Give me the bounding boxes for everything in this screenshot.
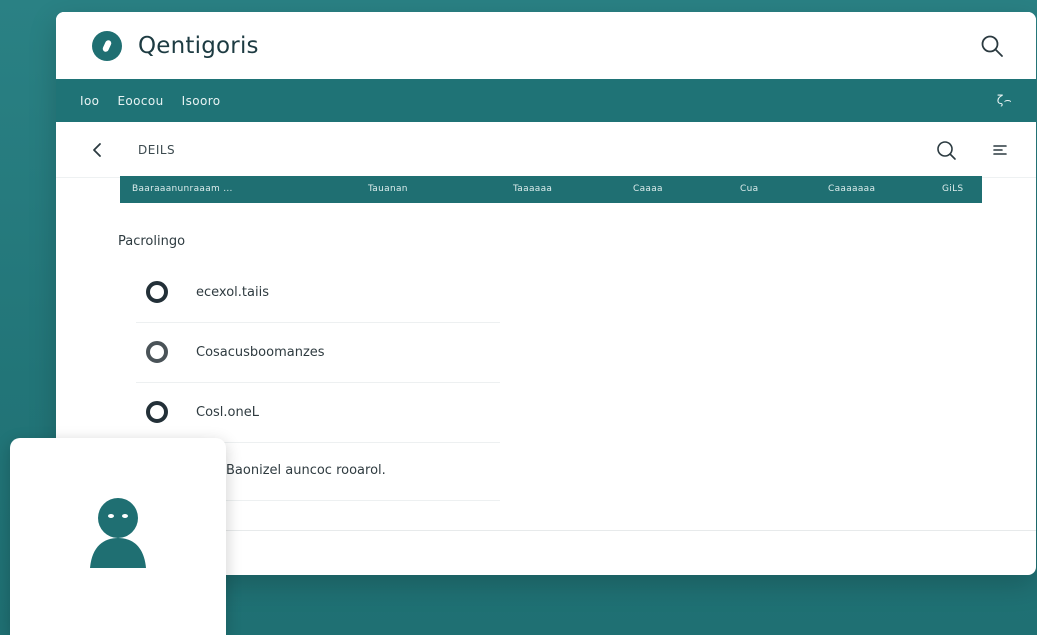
back-button[interactable] [82, 134, 114, 166]
search-button[interactable] [976, 30, 1008, 62]
nav-right-indicator[interactable]: ζ⌢ [997, 93, 1012, 108]
chevron-left-icon [93, 142, 101, 157]
toolbar-title: DEILS [138, 142, 176, 157]
toolbar-menu-button[interactable] [984, 134, 1016, 166]
radio-option-1[interactable]: ecexol.taiis [136, 262, 500, 323]
section-title: Pacrolingo [118, 234, 186, 249]
toolbar-actions [930, 134, 1016, 166]
app-title: Qentigoris [138, 32, 259, 59]
radio-option-label: Baonizel auncoc rooarol. [226, 462, 386, 478]
column-header-1[interactable]: Baaraaanunraaam ... [132, 184, 233, 194]
radio-button[interactable] [146, 341, 168, 363]
desktop-background: Qentigoris Ioo Eoocou Isooro ζ⌢ DEILS Ba… [0, 0, 1037, 635]
nav-item-1[interactable]: Ioo [80, 94, 99, 108]
app-header: Qentigoris [56, 12, 1036, 79]
nav-item-2[interactable]: Eoocou [117, 94, 163, 108]
user-avatar-icon [90, 498, 146, 568]
radio-option-2[interactable]: Cosacusboomanzes [136, 322, 500, 383]
column-header-5[interactable]: Cua [740, 184, 758, 194]
logo-mark [101, 38, 113, 53]
app-logo [92, 30, 122, 61]
radio-button-selected[interactable] [146, 401, 168, 423]
nav-item-3[interactable]: Isooro [182, 94, 221, 108]
radio-option-label: ecexol.taiis [196, 284, 269, 300]
radio-option-label: Cosacusboomanzes [196, 344, 325, 360]
radio-button-selected[interactable] [146, 281, 168, 303]
column-header-6[interactable]: Caaaaaaa [828, 184, 875, 194]
table-header: Baaraaanunraaam ... Tauanan Taaaaaa Caaa… [120, 176, 982, 203]
search-icon [981, 35, 1003, 57]
column-header-4[interactable]: Caaaa [633, 184, 663, 194]
radio-option-3[interactable]: Cosl.oneL [136, 382, 500, 443]
toolbar-search-button[interactable] [930, 134, 962, 166]
nav-bar: Ioo Eoocou Isooro ζ⌢ [56, 79, 1036, 122]
column-header-2[interactable]: Tauanan [368, 184, 408, 194]
column-header-3[interactable]: Taaaaaa [513, 184, 552, 194]
column-header-7[interactable]: GiLS [942, 184, 963, 194]
toolbar: DEILS [56, 122, 1036, 178]
search-icon [937, 140, 956, 160]
radio-option-label: Cosl.oneL [196, 404, 259, 420]
profile-card[interactable] [10, 438, 226, 635]
menu-icon [993, 144, 1007, 155]
